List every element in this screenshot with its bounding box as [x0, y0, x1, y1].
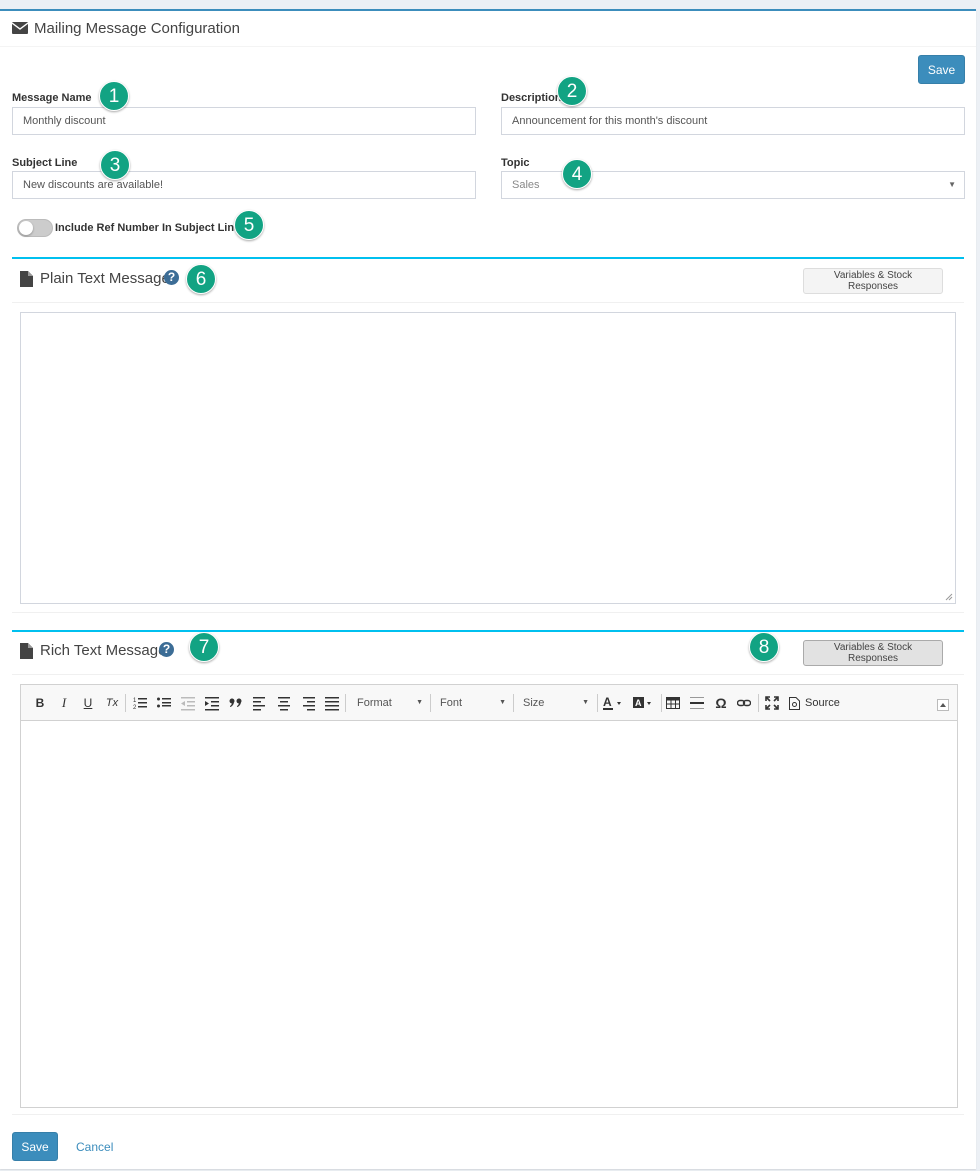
align-center-icon[interactable]: [277, 694, 291, 712]
description-label: Description: [501, 92, 562, 104]
callout-badge-2: 2: [557, 76, 587, 106]
text-color-icon[interactable]: A: [603, 694, 625, 712]
rich-variables-button[interactable]: Variables & Stock Responses: [803, 640, 943, 666]
font-combo-label: Font: [440, 697, 463, 709]
table-icon[interactable]: [666, 694, 680, 712]
svg-text:2: 2: [133, 705, 137, 711]
toolbar-separator: [661, 694, 662, 712]
indent-icon[interactable]: [205, 694, 219, 712]
toolbar-separator: [758, 694, 759, 712]
cancel-link[interactable]: Cancel: [76, 1140, 113, 1154]
caret-down-icon: ▼: [416, 699, 423, 706]
toggle-knob: [19, 221, 33, 235]
align-left-icon[interactable]: [253, 694, 267, 712]
caret-down-icon: ▼: [499, 699, 506, 706]
special-char-button[interactable]: Ω: [714, 694, 728, 712]
description-input[interactable]: Announcement for this month's discount: [501, 107, 965, 135]
toolbar-separator: [430, 694, 431, 712]
include-ref-toggle[interactable]: [17, 219, 53, 237]
subject-line-label: Subject Line: [12, 157, 78, 169]
topic-value: Sales: [512, 179, 540, 191]
bullet-list-icon[interactable]: [157, 694, 171, 712]
collapse-toolbar-button[interactable]: [937, 699, 949, 711]
callout-badge-4: 4: [562, 159, 592, 189]
plain-variables-button[interactable]: Variables & Stock Responses: [803, 268, 943, 294]
caret-down-icon: ▼: [582, 699, 589, 706]
save-button-bottom[interactable]: Save: [12, 1132, 58, 1161]
plain-text-title: Plain Text Message: [40, 270, 170, 287]
size-combo[interactable]: Size ▼: [523, 694, 589, 712]
callout-badge-5: 5: [234, 210, 264, 240]
callout-badge-8: 8: [749, 632, 779, 662]
caret-up-icon: [940, 703, 946, 707]
italic-button[interactable]: I: [57, 694, 71, 712]
format-combo-label: Format: [357, 697, 392, 709]
file-icon: [20, 271, 33, 287]
plain-text-textarea[interactable]: [20, 312, 956, 604]
divider: [12, 612, 964, 613]
numbered-list-icon[interactable]: 1 2: [133, 694, 147, 712]
toolbar-separator: [125, 694, 126, 712]
toolbar-separator: [513, 694, 514, 712]
help-icon[interactable]: ?: [164, 270, 179, 285]
envelope-icon: [12, 22, 28, 34]
size-combo-label: Size: [523, 697, 545, 709]
font-combo[interactable]: Font ▼: [440, 694, 506, 712]
source-button[interactable]: Source: [805, 694, 845, 712]
toolbar-separator: [345, 694, 346, 712]
divider: [12, 302, 964, 303]
callout-badge-6: 6: [186, 264, 216, 294]
chevron-down-icon: ▼: [948, 180, 956, 189]
svg-text:1: 1: [133, 698, 137, 704]
divider: [12, 674, 964, 675]
editor-toolbar: B I U Tx 1 2 Format ▼ Font ▼ Size ▼ A A …: [21, 685, 957, 721]
toolbar-separator: [597, 694, 598, 712]
rich-text-title: Rich Text Message: [40, 642, 167, 659]
config-panel: Mailing Message Configuration Save Messa…: [0, 9, 976, 1169]
rich-text-section-bar: [12, 630, 964, 632]
message-name-input[interactable]: Monthly discount: [12, 107, 476, 135]
maximize-icon[interactable]: [765, 694, 779, 712]
file-icon: [20, 643, 33, 659]
include-ref-label: Include Ref Number In Subject Line: [55, 222, 241, 234]
underline-button[interactable]: U: [81, 694, 95, 712]
panel-header: Mailing Message Configuration: [0, 11, 976, 47]
save-button-top[interactable]: Save: [918, 55, 965, 84]
background-color-icon[interactable]: A: [633, 694, 655, 712]
link-icon[interactable]: [737, 694, 751, 712]
page-title: Mailing Message Configuration: [34, 20, 240, 37]
align-justify-icon[interactable]: [325, 694, 339, 712]
outdent-icon[interactable]: [181, 694, 195, 712]
bold-button[interactable]: B: [33, 694, 47, 712]
svg-text:A: A: [603, 695, 612, 709]
message-name-label: Message Name: [12, 92, 92, 104]
help-icon[interactable]: ?: [159, 642, 174, 657]
plain-text-section-bar: [12, 257, 964, 259]
svg-text:A: A: [635, 698, 642, 708]
resize-handle-icon[interactable]: [945, 593, 953, 601]
horizontal-line-icon[interactable]: [690, 694, 704, 712]
callout-badge-7: 7: [189, 632, 219, 662]
source-icon[interactable]: [789, 694, 801, 712]
format-combo[interactable]: Format ▼: [357, 694, 423, 712]
blockquote-icon[interactable]: [229, 694, 243, 712]
topic-label: Topic: [501, 157, 530, 169]
divider: [12, 1114, 964, 1115]
callout-badge-3: 3: [100, 150, 130, 180]
remove-format-button[interactable]: Tx: [104, 694, 120, 712]
subject-line-input[interactable]: New discounts are available!: [12, 171, 476, 199]
rich-text-editor[interactable]: B I U Tx 1 2 Format ▼ Font ▼ Size ▼ A A …: [20, 684, 958, 1108]
callout-badge-1: 1: [99, 81, 129, 111]
align-right-icon[interactable]: [301, 694, 315, 712]
